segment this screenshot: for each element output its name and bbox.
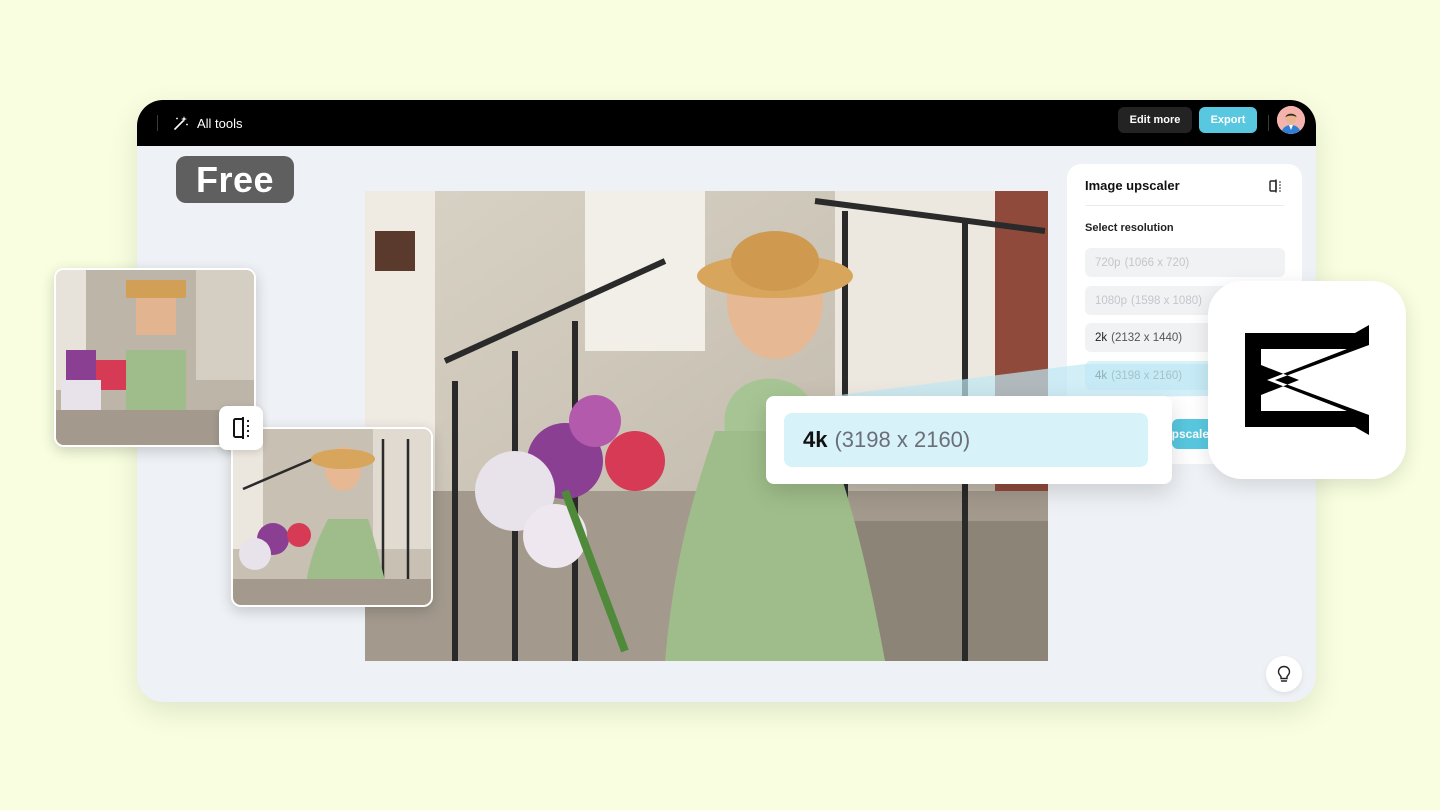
option-key: 4k	[1095, 369, 1108, 382]
magic-wand-icon	[174, 116, 188, 130]
panel-divider	[1085, 205, 1284, 206]
export-button[interactable]: Export	[1199, 107, 1257, 133]
edit-more-button[interactable]: Edit more	[1118, 107, 1192, 133]
upscale-label: Upscale	[1172, 427, 1210, 441]
free-badge: Free	[176, 156, 294, 203]
option-key: 720p	[1095, 256, 1121, 269]
option-detail: (1598 x 1080)	[1130, 294, 1202, 307]
avatar[interactable]	[1277, 106, 1305, 134]
hint-button[interactable]	[1266, 656, 1302, 692]
option-key: 2k	[1095, 331, 1108, 344]
callout-selected-option: 4k (3198 x 2160)	[784, 413, 1148, 467]
select-resolution-label: Select resolution	[1085, 222, 1174, 234]
option-detail: (2132 x 1440)	[1111, 331, 1183, 344]
compare-icon	[1269, 179, 1281, 193]
option-detail: (1066 x 720)	[1124, 256, 1190, 269]
compare-slider-icon	[233, 417, 250, 439]
option-detail: (3198 x 2160)	[1111, 369, 1183, 382]
callout-key: 4k	[803, 427, 828, 452]
zoom-callout: 4k (3198 x 2160)	[766, 396, 1172, 484]
after-thumbnail	[231, 427, 433, 607]
topbar-separator	[157, 115, 158, 131]
all-tools-label: All tools	[197, 115, 243, 131]
option-key: 1080p	[1095, 294, 1127, 307]
panel-title: Image upscaler	[1085, 178, 1180, 193]
capcut-logo	[1208, 281, 1406, 479]
topbar-separator	[1268, 115, 1269, 131]
resolution-option-720p[interactable]: 720p (1066 x 720)	[1085, 248, 1285, 277]
callout-detail: (3198 x 2160)	[834, 427, 971, 452]
top-bar: All tools Edit more Export	[137, 100, 1316, 146]
compare-slider-handle[interactable]	[219, 406, 263, 450]
lightbulb-icon	[1277, 665, 1291, 682]
all-tools-button[interactable]: All tools	[173, 112, 243, 134]
compare-button[interactable]	[1268, 178, 1284, 199]
